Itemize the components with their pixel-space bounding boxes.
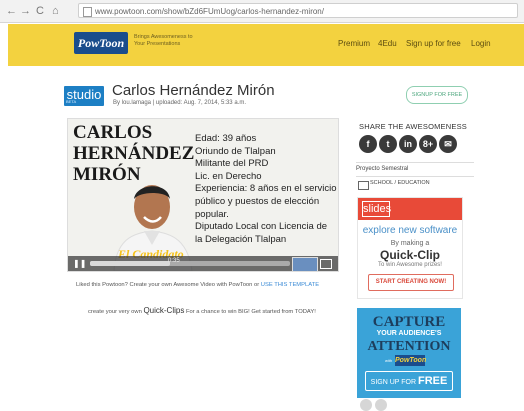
video-progress-bar[interactable]	[90, 261, 290, 266]
info-line: Lic. en Derecho	[195, 170, 262, 182]
info-line: la Delegación Tlalpan	[195, 233, 287, 245]
info-line: popular.	[195, 208, 229, 220]
beta-label: BETA	[66, 99, 77, 104]
quickclip-cta-suffix: For a chance to win BIG! Get started fro…	[185, 309, 316, 315]
info-line: Edad: 39 años	[195, 133, 257, 144]
divider	[356, 162, 474, 163]
signup-free-ad-button[interactable]: SIGN UP FOR FREE	[365, 371, 453, 391]
slides-logo: slides	[362, 201, 392, 217]
carousel-dot[interactable]	[360, 399, 372, 411]
back-arrow-icon[interactable]: ←	[6, 4, 17, 18]
signup-ad-prefix: SIGN UP FOR	[370, 379, 417, 386]
slides-ad[interactable]: slides explore new software By making a …	[357, 197, 463, 299]
video-thumbnail[interactable]	[292, 257, 318, 271]
powtoon-ad-logo: PowToon	[395, 355, 427, 366]
slides-ad-line: To win Awesome prizes!	[378, 262, 442, 268]
slides-ad-line: By making a	[390, 240, 430, 247]
nav-4edu[interactable]: 4Edu	[378, 39, 397, 48]
address-bar[interactable]: www.powtoon.com/show/bZd6FUmUog/carlos-h…	[78, 3, 518, 18]
google-plus-icon[interactable]: 8+	[419, 135, 437, 153]
candidate-info: Edad: 39 años Oriundo de Tlalpan Militan…	[195, 133, 337, 246]
linkedin-icon[interactable]: in	[399, 135, 417, 153]
name-line: CARLOS	[73, 122, 153, 143]
twitter-icon[interactable]: t	[379, 135, 397, 153]
share-title: SHARE THE AWESOMENESS	[359, 122, 467, 131]
folder-icon	[358, 181, 369, 190]
category-label[interactable]: SCHOOL / EDUCATION	[370, 180, 430, 186]
template-cta: Liked this Powtoon? Create your own Awes…	[76, 282, 319, 288]
info-line: Experiencia: 8 años en el servicio	[195, 183, 337, 195]
byline: By lou.lamaga | uploaded: Aug. 7, 2014, …	[113, 100, 246, 106]
powtoon-ad-line: YOUR AUDIENCE'S	[376, 330, 442, 337]
use-template-link[interactable]: USE THIS TEMPLATE	[261, 282, 319, 288]
pause-icon[interactable]: ❚❚	[73, 259, 86, 268]
info-line: Oriundo de Tlalpan	[195, 145, 276, 157]
info-line: público y puestos de elección	[195, 195, 320, 207]
slides-ad-line: explore new software	[362, 225, 458, 236]
signup-free-button[interactable]: SIGNUP FOR FREE	[406, 86, 468, 104]
home-icon[interactable]: ⌂	[52, 4, 59, 18]
facebook-icon[interactable]: f	[359, 135, 377, 153]
powtoon-ad-line: ATTENTION	[367, 339, 451, 354]
url-text: www.powtoon.com/show/bZd6FUmUog/carlos-h…	[95, 7, 324, 16]
video-player[interactable]: CARLOS HERNÁNDEZ MIRÓN Edad: 39 años Ori…	[67, 118, 339, 272]
slides-ad-line: Quick-Clip	[379, 248, 440, 262]
page-title: Carlos Hernández Mirón	[112, 82, 275, 99]
info-line: Diputado Local con Licencia de	[195, 221, 328, 233]
powtoon-ad[interactable]: CAPTURE YOUR AUDIENCE'S ATTENTION with P…	[357, 308, 461, 398]
nav-premium[interactable]: Premium	[338, 39, 370, 48]
name-line: HERNÁNDEZ	[73, 143, 195, 164]
signup-ad-big: FREE	[418, 375, 448, 387]
browser-toolbar: ← → C ⌂ www.powtoon.com/show/bZd6FUmUog/…	[0, 0, 524, 23]
nav-signup[interactable]: Sign up for free	[406, 39, 461, 48]
video-progress-fill	[90, 261, 170, 266]
carousel-dot[interactable]	[375, 399, 387, 411]
info-line: Militante del PRD	[195, 158, 269, 170]
page-icon	[83, 7, 92, 17]
divider	[356, 176, 474, 177]
template-cta-text: Liked this Powtoon? Create your own Awes…	[76, 282, 260, 288]
forward-arrow-icon[interactable]: →	[20, 4, 31, 18]
video-time: 0:35	[168, 258, 180, 264]
reload-icon[interactable]: C	[36, 4, 44, 18]
site-header: PowToon Brings Awesomeness to Your Prese…	[8, 24, 524, 66]
powtoon-ad-line: CAPTURE	[372, 314, 446, 330]
project-name: Proyecto Semestral	[356, 166, 409, 172]
powtoon-ad-with: with	[385, 358, 393, 363]
nav-login[interactable]: Login	[471, 39, 491, 48]
quickclip-cta-big: Quick-Clips	[143, 306, 185, 315]
start-creating-button[interactable]: START CREATING NOW!	[368, 274, 454, 291]
quickclip-cta: create your very own Quick-Clips For a c…	[88, 306, 316, 315]
video-controls: ❚❚ 0:35	[68, 256, 338, 271]
header-tagline: Brings Awesomeness to Your Presentations	[134, 34, 193, 47]
powtoon-logo[interactable]: PowToon	[74, 32, 128, 54]
email-icon[interactable]: ✉	[439, 135, 457, 153]
fullscreen-icon[interactable]	[320, 259, 332, 269]
quickclip-cta-prefix: create your very own	[88, 309, 142, 315]
